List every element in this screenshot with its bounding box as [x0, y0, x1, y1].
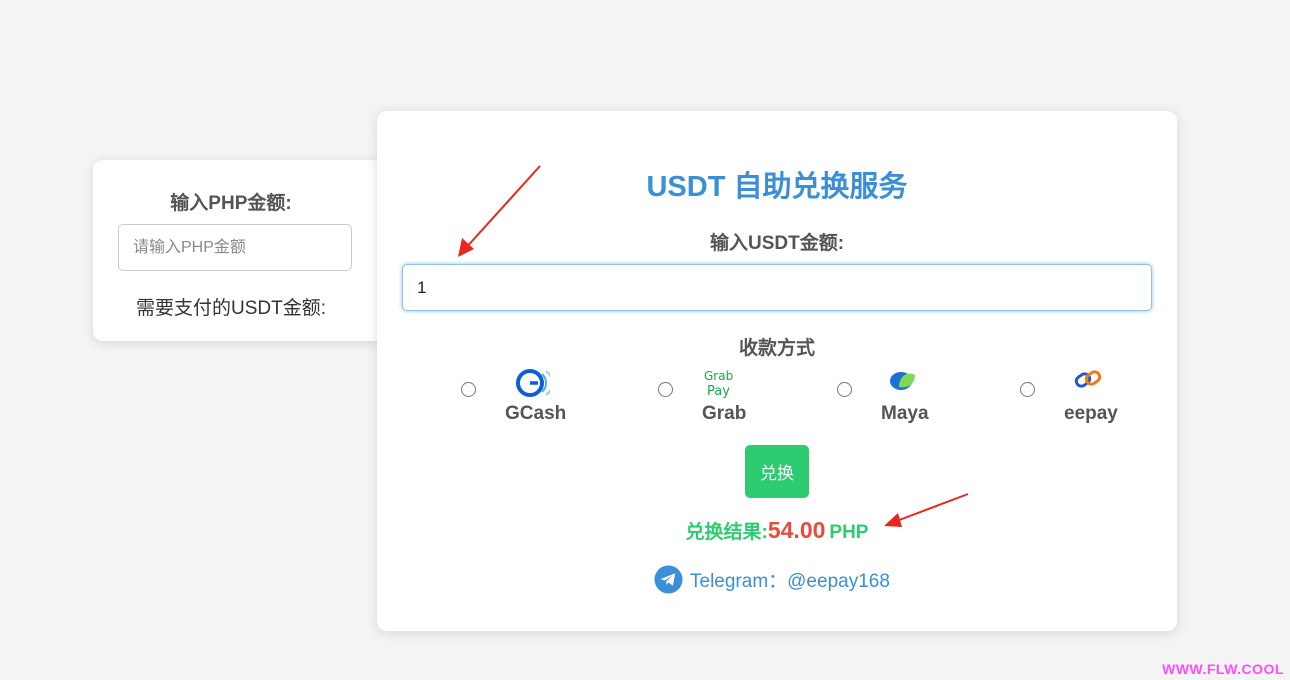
telegram-icon [654, 564, 683, 594]
usdt-amount-label: 输入USDT金额: [709, 233, 845, 254]
payment-option-grab[interactable]: Grab Pay Grab [658, 367, 768, 427]
conversion-result: 兑换结果:54.00 PHP [377, 517, 1177, 544]
payment-option-eepay[interactable]: eepay [1020, 367, 1130, 427]
payment-option-gcash[interactable]: GCash [461, 367, 571, 427]
result-label: 兑换结果: [685, 522, 768, 543]
grab-label: Grab [702, 403, 747, 424]
grabpay-logo-text-top: Grab [704, 369, 733, 383]
payment-method-label: 收款方式 [738, 338, 815, 359]
maya-label: Maya [881, 403, 929, 424]
convert-button[interactable]: 兑换 [745, 445, 809, 498]
grabpay-logo-text-bottom: Pay [707, 384, 730, 399]
eepay-label: eepay [1064, 403, 1118, 424]
gcash-label: GCash [505, 403, 567, 424]
maya-radio[interactable] [837, 382, 852, 397]
grab-radio[interactable] [658, 382, 673, 397]
eepay-radio[interactable] [1020, 382, 1035, 397]
usdt-exchange-card: USDT 自助兑换服务 输入USDT金额: 收款方式 GCash [377, 111, 1177, 631]
page-title: USDT 自助兑换服务 [646, 171, 908, 203]
result-unit: PHP [829, 522, 869, 543]
grabpay-logo-icon: Grab Pay [704, 369, 733, 399]
maya-logo-icon [890, 372, 915, 390]
payment-option-maya[interactable]: Maya [837, 367, 947, 427]
usdt-amount-input[interactable] [402, 264, 1152, 311]
usdt-required-label: 需要支付的USDT金额: [135, 298, 326, 319]
result-value: 54.00 [767, 517, 826, 543]
php-amount-label: 输入PHP金额: [170, 193, 292, 214]
gcash-radio[interactable] [461, 382, 476, 397]
gcash-logo-icon [516, 369, 550, 397]
page: 输入PHP金额: 需要支付的USDT金额: USDT 自助兑换服务 输入USDT… [0, 0, 1290, 680]
eepay-logo-icon [1074, 370, 1102, 388]
watermark-text: WWW.FLW.COOL [1162, 661, 1284, 677]
telegram-handle: Telegram：@eepay168 [690, 570, 890, 592]
telegram-contact[interactable]: Telegram：@eepay168 [654, 564, 890, 594]
php-converter-card: 输入PHP金额: 需要支付的USDT金额: [93, 160, 383, 341]
php-amount-input[interactable] [118, 224, 352, 271]
